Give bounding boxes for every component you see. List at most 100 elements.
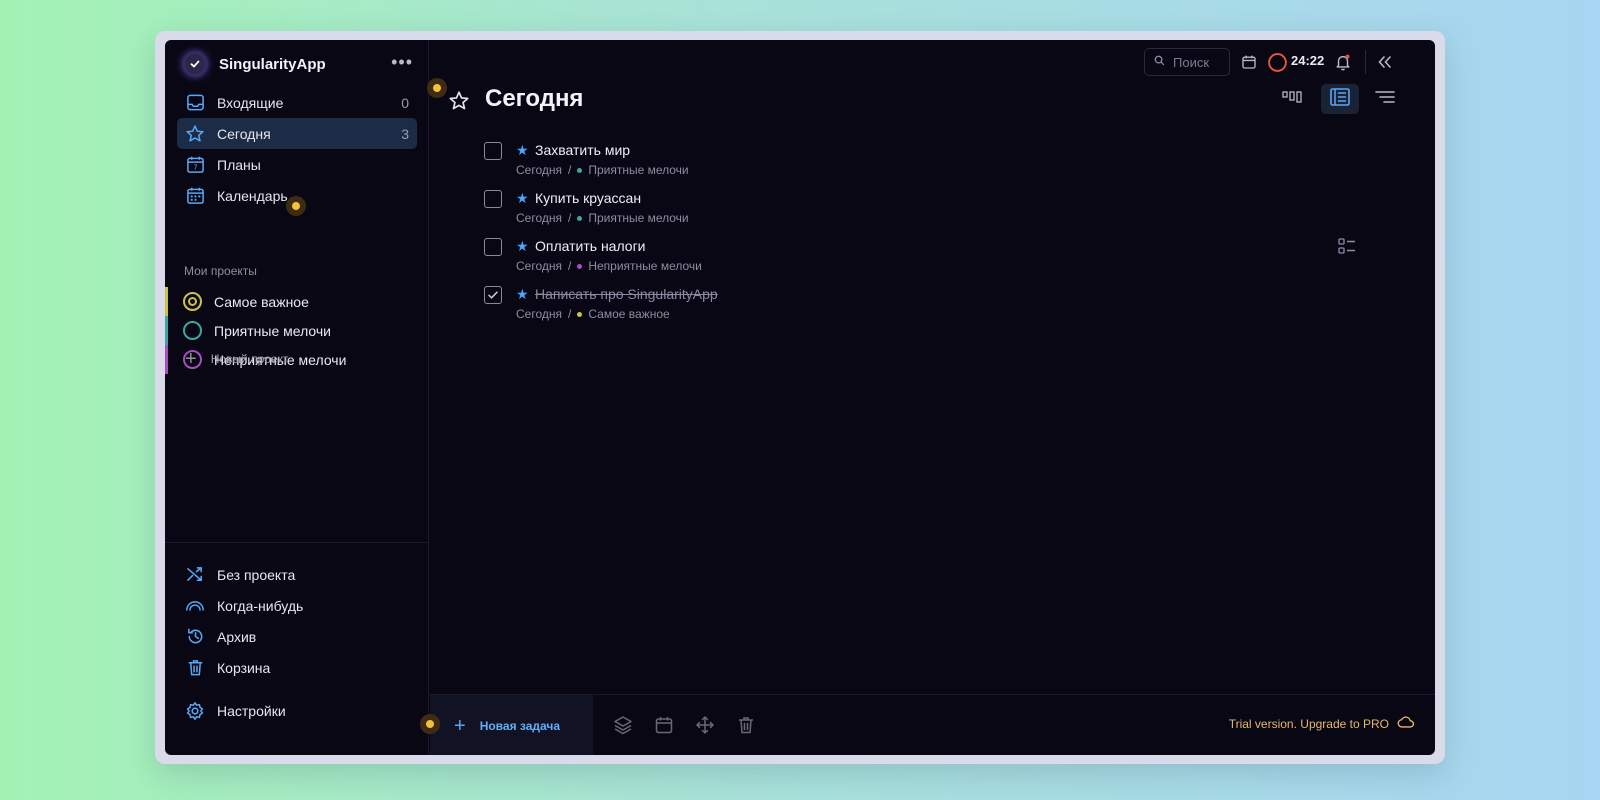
sidebar-item-inbox[interactable]: Входящие 0 <box>177 87 417 118</box>
timer-ring-icon[interactable] <box>1266 51 1288 73</box>
project-item-pleasant[interactable]: Приятные мелочи <box>165 316 429 345</box>
task-row[interactable]: ★ Оплатить налоги Сегодня / Неприятные м… <box>484 234 1384 282</box>
sidebar-item-plans[interactable]: 7 Планы <box>177 149 417 180</box>
rainbow-icon <box>185 596 205 616</box>
cursor-indicator <box>286 196 306 216</box>
svg-text:7: 7 <box>193 164 197 172</box>
more-menu-icon[interactable]: ••• <box>391 52 413 73</box>
task-title[interactable]: Оплатить налоги <box>535 238 646 254</box>
task-row[interactable]: ★ Написать про SingularityApp Сегодня / … <box>484 282 1384 330</box>
task-project: Неприятные мелочи <box>588 259 702 273</box>
task-project: Приятные мелочи <box>588 163 689 177</box>
favorite-star-icon[interactable] <box>448 90 470 112</box>
cursor-indicator <box>427 78 447 98</box>
task-checkbox-checked[interactable] <box>484 286 502 304</box>
task-row[interactable]: ★ Захватить мир Сегодня / Приятные мелоч… <box>484 138 1384 186</box>
sidebar-item-no-project[interactable]: Без проекта <box>177 559 417 590</box>
task-meta: Сегодня / Приятные мелочи <box>516 211 689 225</box>
sort-filter-button[interactable] <box>1366 84 1404 114</box>
task-title[interactable]: Написать про SingularityApp <box>535 286 718 302</box>
task-date: Сегодня <box>516 211 562 225</box>
history-icon <box>185 627 205 647</box>
task-meta: Сегодня / Приятные мелочи <box>516 163 689 177</box>
trial-upgrade-link[interactable]: Trial version. Upgrade to PRO <box>1229 715 1415 732</box>
cursor-indicator <box>420 714 440 734</box>
sidebar-item-today[interactable]: Сегодня 3 <box>177 118 417 149</box>
project-dot-icon <box>577 215 583 221</box>
trash-icon[interactable] <box>736 715 756 735</box>
new-task-button[interactable]: + Новая задача <box>430 695 593 755</box>
sidebar-item-label: Календарь <box>217 187 288 204</box>
meta-separator: / <box>568 211 572 225</box>
collapse-chevron-icon[interactable] <box>1375 52 1395 72</box>
sidebar-item-settings[interactable]: Настройки <box>177 695 417 726</box>
notification-bell-icon[interactable] <box>1333 52 1353 72</box>
project-dot-icon <box>577 263 583 269</box>
plus-icon: + <box>185 348 197 370</box>
checklist-icon[interactable] <box>1338 237 1356 255</box>
task-title[interactable]: Захватить мир <box>535 142 630 158</box>
task-date: Сегодня <box>516 259 562 273</box>
task-checkbox[interactable] <box>484 238 502 256</box>
gear-icon <box>185 701 205 721</box>
sidebar-item-label: Когда-нибудь <box>217 597 304 614</box>
shuffle-icon <box>185 565 205 585</box>
project-label: Самое важное <box>214 293 309 310</box>
meta-separator: / <box>568 163 572 177</box>
calendar-icon[interactable] <box>654 715 674 735</box>
priority-star-icon: ★ <box>516 286 529 302</box>
star-icon <box>185 124 205 144</box>
cloud-icon <box>1397 715 1415 732</box>
project-ring-icon <box>183 321 202 340</box>
main-panel: Поиск 24:22 Сегодня ★ Захватить мир Сего… <box>430 40 1435 755</box>
calendar-toolbar-icon[interactable] <box>1239 52 1259 72</box>
toolbar-divider <box>1365 50 1366 74</box>
task-title[interactable]: Купить круассан <box>535 190 641 206</box>
sidebar-item-label: Сегодня <box>217 125 271 142</box>
priority-star-icon: ★ <box>516 142 529 158</box>
calendar-icon <box>185 186 205 206</box>
task-meta: Сегодня / Неприятные мелочи <box>516 259 702 273</box>
meta-separator: / <box>568 259 572 273</box>
new-project-label: Новый проект <box>210 352 289 366</box>
app-window: SingularityApp ••• Входящие 0 Сегодня 3 <box>165 40 1435 755</box>
sidebar-item-label: Входящие <box>217 94 284 111</box>
task-checkbox[interactable] <box>484 142 502 160</box>
secondary-nav: Без проекта Когда-нибудь Архив Корзина <box>177 559 417 683</box>
timer-value[interactable]: 24:22 <box>1291 53 1324 68</box>
sidebar-divider <box>165 542 429 543</box>
layers-icon[interactable] <box>613 715 633 735</box>
move-arrows-icon[interactable] <box>695 715 715 735</box>
search-icon <box>1154 55 1165 69</box>
list-view-button[interactable] <box>1321 84 1359 114</box>
sidebar-item-label: Корзина <box>217 659 271 676</box>
sort-lines-icon <box>1375 90 1395 109</box>
sidebar-item-trash[interactable]: Корзина <box>177 652 417 683</box>
sidebar: SingularityApp ••• Входящие 0 Сегодня 3 <box>165 40 429 755</box>
task-row[interactable]: ★ Купить круассан Сегодня / Приятные мел… <box>484 186 1384 234</box>
project-dot-icon <box>577 167 583 173</box>
page-title: Сегодня <box>485 85 584 112</box>
new-task-label: Новая задача <box>479 718 561 733</box>
meta-separator: / <box>568 307 572 321</box>
inbox-icon <box>185 93 205 113</box>
task-meta: Сегодня / Самое важное <box>516 307 670 321</box>
search-input[interactable]: Поиск <box>1144 48 1230 76</box>
sidebar-item-someday[interactable]: Когда-нибудь <box>177 590 417 621</box>
today-count: 3 <box>401 125 409 142</box>
sidebar-item-archive[interactable]: Архив <box>177 621 417 652</box>
board-view-button[interactable] <box>1273 84 1311 114</box>
sidebar-item-label: Настройки <box>217 702 286 719</box>
priority-star-icon: ★ <box>516 190 529 206</box>
new-project-button[interactable]: + Новый проект <box>185 348 288 370</box>
checkmark-icon <box>488 291 498 299</box>
board-view-icon <box>1282 90 1302 109</box>
task-checkbox[interactable] <box>484 190 502 208</box>
task-project: Приятные мелочи <box>588 211 689 225</box>
task-date: Сегодня <box>516 163 562 177</box>
project-item-important[interactable]: Самое важное <box>165 287 429 316</box>
inbox-count: 0 <box>401 94 409 111</box>
project-color-bar <box>165 316 168 345</box>
main-nav: Входящие 0 Сегодня 3 7 Планы Календарь <box>177 87 417 211</box>
settings-nav: Настройки <box>177 695 417 726</box>
